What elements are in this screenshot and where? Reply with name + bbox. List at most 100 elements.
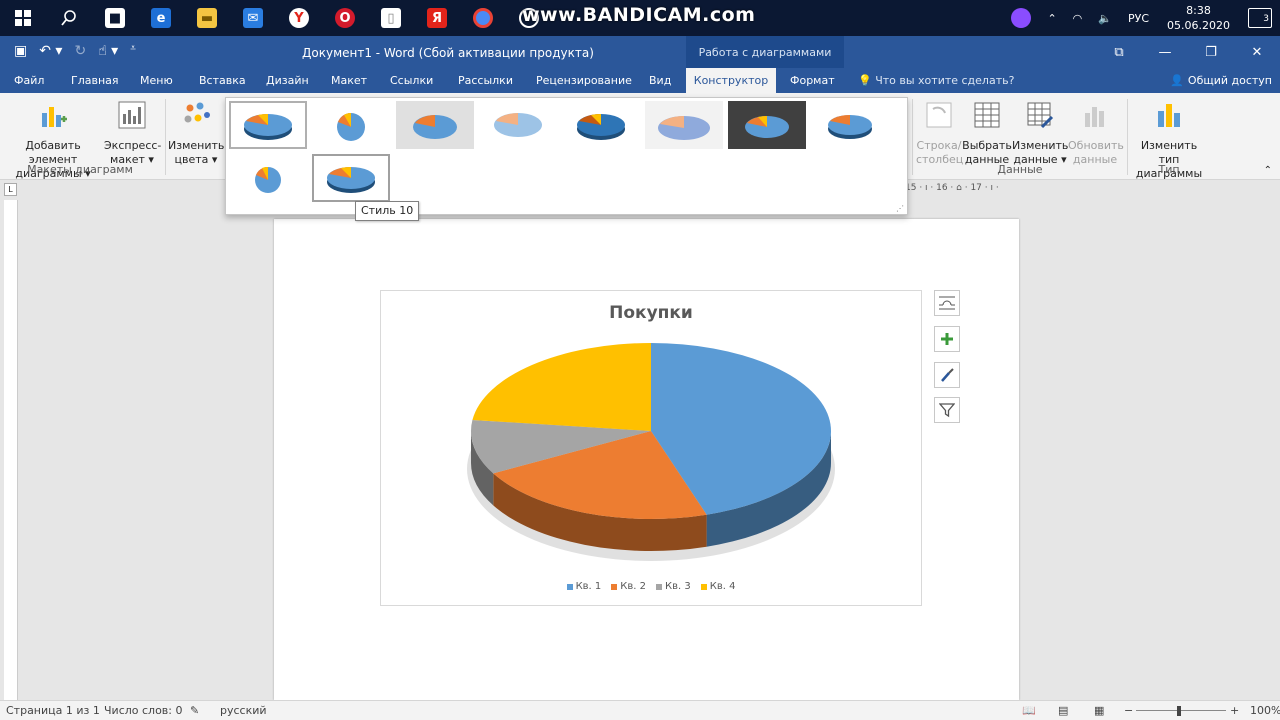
file-icon[interactable]: ▯ [368, 0, 414, 36]
edit-data-button[interactable]: Изменить данные ▾ [1012, 99, 1068, 167]
web-layout-icon[interactable]: ▦ [1094, 704, 1104, 717]
tab-review[interactable]: Рецензирование [530, 68, 638, 93]
chart-style-thumb[interactable] [645, 101, 723, 149]
chart-tools-context-header: Работа с диаграммами [686, 36, 844, 68]
close-icon[interactable]: ✕ [1234, 36, 1280, 68]
chart-legend[interactable]: Кв. 1 Кв. 2 Кв. 3 Кв. 4 [381, 581, 921, 592]
wifi-icon[interactable]: ◠ [1073, 12, 1083, 25]
tell-me-search[interactable]: 💡 Что вы хотите сделать? [852, 68, 1020, 93]
refresh-data-button[interactable]: Обновить данные [1068, 99, 1124, 167]
tab-constructor[interactable]: Конструктор [686, 68, 776, 93]
start-windows-icon[interactable] [0, 0, 46, 36]
tab-mailings[interactable]: Рассылки [452, 68, 519, 93]
edge-icon[interactable]: e [138, 0, 184, 36]
chart-elements-plus-icon[interactable] [934, 326, 960, 352]
chart-styles-brush-icon[interactable] [934, 362, 960, 388]
change-colors-button[interactable]: Изменить цвета ▾ [168, 99, 224, 167]
zoom-in-icon[interactable]: + [1230, 704, 1239, 717]
switch-row-column-button[interactable]: Строка/ столбец [916, 99, 964, 167]
gallery-resize-grip-icon[interactable]: ⋰ [896, 204, 904, 213]
tab-design[interactable]: Дизайн [260, 68, 315, 93]
zoom-slider[interactable] [1136, 710, 1226, 711]
minimize-icon[interactable]: — [1142, 36, 1188, 68]
legend-label: Кв. 1 [575, 581, 602, 592]
folder-icon[interactable]: ▬ [184, 0, 230, 36]
tab-format[interactable]: Формат [784, 68, 841, 93]
proofing-icon[interactable]: ✎ [190, 704, 199, 717]
bandicam-watermark: www.BANDICAM.com [522, 4, 756, 26]
legend-item[interactable]: Кв. 1 [566, 581, 602, 592]
restore-icon[interactable]: ❐ [1188, 36, 1234, 68]
zoom-level[interactable]: 100% [1250, 704, 1280, 717]
tab-menu[interactable]: Меню [134, 68, 179, 93]
tab-home[interactable]: Главная [65, 68, 125, 93]
lightbulb-icon: 💡 [858, 74, 872, 87]
zoom-out-icon[interactable]: − [1124, 704, 1133, 717]
save-icon[interactable]: ▣ [14, 43, 27, 59]
undo-icon[interactable]: ↶ ▾ [39, 43, 62, 59]
layout-options-icon[interactable] [934, 290, 960, 316]
language-status[interactable]: русский [220, 704, 267, 717]
refresh-data-label: Обновить [1068, 139, 1124, 152]
ribbon-tabs: Файл Главная Меню Вставка Дизайн Макет С… [0, 68, 1280, 93]
chart-style-thumb[interactable] [229, 154, 307, 202]
chart-style-thumb[interactable] [229, 101, 307, 149]
switch-row-column-icon [926, 102, 952, 128]
chart-filters-icon[interactable] [934, 397, 960, 423]
clock[interactable]: 8:38 05.06.2020 [1167, 3, 1230, 33]
chart-style-thumb[interactable] [312, 101, 390, 149]
language-indicator[interactable]: РУС [1128, 12, 1149, 25]
chrome-icon[interactable] [460, 0, 506, 36]
share-button[interactable]: 👤 Общий доступ [1170, 68, 1272, 93]
chart-style-thumb[interactable] [396, 101, 474, 149]
chart-style-thumb[interactable] [728, 101, 806, 149]
chart-style-thumb[interactable] [562, 101, 640, 149]
yandex-icon[interactable]: Я [414, 0, 460, 36]
horizontal-ruler[interactable]: 15 · ı · 16 · ⌂ · 17 · ı · [905, 183, 1020, 196]
legend-item[interactable]: Кв. 4 [700, 581, 736, 592]
page-count[interactable]: Страница 1 из 1 [6, 704, 100, 717]
zoom-slider-thumb[interactable] [1177, 706, 1181, 716]
clock-date: 05.06.2020 [1167, 19, 1230, 32]
touch-mode-icon[interactable]: ☝ ▾ [98, 43, 118, 59]
yandex-browser-icon[interactable]: Y [276, 0, 322, 36]
read-mode-icon[interactable]: 📖 [1022, 704, 1036, 717]
switch-row-column-label2: столбец [916, 153, 964, 166]
volume-icon[interactable]: 🔈 [1098, 12, 1112, 25]
store-icon[interactable]: ■ [92, 0, 138, 36]
chart-style-thumb[interactable] [479, 101, 557, 149]
legend-label: Кв. 4 [709, 581, 736, 592]
search-icon[interactable] [46, 0, 92, 36]
pie-chart[interactable] [381, 291, 921, 571]
pie-slice-4[interactable] [472, 343, 651, 431]
change-colors-label2: цвета ▾ [174, 153, 218, 166]
print-layout-icon[interactable]: ▤ [1058, 704, 1068, 717]
tab-view[interactable]: Вид [643, 68, 677, 93]
alice-icon[interactable] [1011, 8, 1032, 28]
tab-selector[interactable]: L [4, 183, 17, 196]
opera-icon[interactable]: O [322, 0, 368, 36]
tab-references[interactable]: Ссылки [384, 68, 439, 93]
notifications-icon[interactable]: 3 [1248, 8, 1272, 28]
legend-label: Кв. 3 [665, 581, 691, 592]
chevron-up-icon[interactable]: ⌃ [1047, 12, 1056, 25]
redo-icon[interactable]: ↻ [74, 43, 86, 59]
legend-swatch [700, 583, 707, 590]
select-data-button[interactable]: Выбрать данные [962, 99, 1012, 167]
legend-item[interactable]: Кв. 3 [656, 581, 691, 592]
chart-style-10-thumb[interactable] [312, 154, 390, 202]
word-count[interactable]: Число слов: 0 [104, 704, 183, 717]
mail-icon[interactable]: ✉ [230, 0, 276, 36]
chart-area[interactable]: Покупки Кв. 1 Кв. 2 Кв. 3 Кв. 4 [380, 290, 922, 606]
legend-item[interactable]: Кв. 2 [611, 581, 646, 592]
tab-file[interactable]: Файл [8, 68, 50, 93]
vertical-ruler[interactable] [4, 200, 18, 700]
collapse-ribbon-icon[interactable]: ⌃ [1264, 165, 1272, 176]
customize-qat-icon[interactable]: ⩡ [130, 43, 136, 59]
quick-layout-button[interactable]: Экспресс- макет ▾ [104, 99, 161, 167]
ribbon-display-icon[interactable]: ⧉ [1096, 36, 1142, 68]
palette-icon [184, 102, 210, 123]
chart-style-thumb[interactable] [811, 101, 889, 149]
tab-layout[interactable]: Макет [325, 68, 373, 93]
tab-insert[interactable]: Вставка [193, 68, 252, 93]
